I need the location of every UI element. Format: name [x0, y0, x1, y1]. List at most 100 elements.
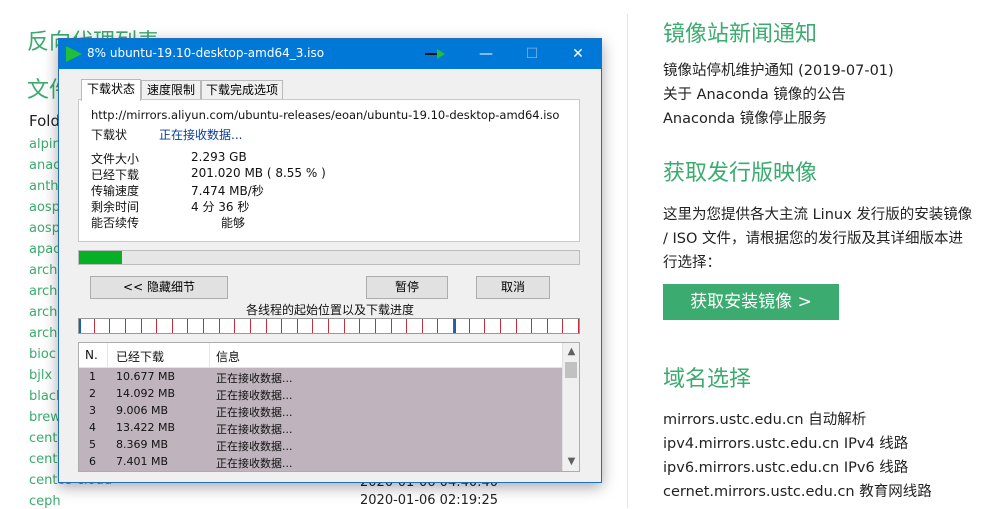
domain-item: mirrors.ustc.edu.cn 自动解析 — [663, 412, 867, 428]
cancel-button[interactable]: 取消 — [476, 276, 550, 299]
row-info: 正在接收数据... — [216, 372, 293, 385]
row-info: 正在接收数据... — [216, 389, 293, 402]
folder-link[interactable]: ceph — [29, 494, 61, 509]
folder-link[interactable]: bjlx — [29, 368, 52, 383]
domain-item: ipv6.mirrors.ustc.edu.cn IPv6 线路 — [663, 460, 909, 476]
folder-link[interactable]: cent — [29, 452, 57, 467]
row-info: 正在接收数据... — [216, 457, 293, 470]
file-size-label: 文件大小 — [91, 152, 140, 166]
tab-completion-options[interactable]: 下载完成选项 — [201, 80, 283, 100]
thread-start-marker — [79, 319, 81, 333]
thread-segment — [251, 319, 267, 333]
get-iso-button[interactable]: 获取安装镜像 > — [663, 284, 839, 320]
close-button[interactable]: ✕ — [555, 39, 601, 69]
column-separator[interactable] — [209, 343, 210, 367]
news-link[interactable]: 关于 Anaconda 镜像的公告 — [663, 83, 846, 104]
row-downloaded: 14.092 MB — [116, 387, 176, 400]
row-number: 5 — [89, 438, 96, 451]
row-number: 3 — [89, 404, 96, 417]
folder-date: 2020-01-06 02:19:25 — [360, 493, 499, 508]
folder-link[interactable]: anth — [29, 179, 59, 194]
thread-rows: 1 10.677 MB 正在接收数据... 2 14.092 MB 正在接收数据… — [79, 368, 562, 471]
news-link[interactable]: 镜像站停机维护通知 (2019-07-01) — [663, 59, 894, 80]
table-row[interactable]: 5 8.369 MB 正在接收数据... — [79, 436, 562, 453]
thread-segment — [392, 319, 408, 333]
maximize-button[interactable]: ☐ — [509, 39, 555, 69]
thread-segment — [204, 319, 220, 333]
news-link[interactable]: Anaconda 镜像停止服务 — [663, 107, 827, 128]
resume-label: 能否续传 — [91, 216, 140, 230]
table-row[interactable]: 4 13.422 MB 正在接收数据... — [79, 419, 562, 436]
download-progress-fill — [79, 251, 122, 264]
thread-segment — [329, 319, 345, 333]
file-size-value: 2.293 GB — [191, 150, 247, 164]
col-number[interactable]: N. — [85, 348, 98, 362]
thread-progress-caption: 各线程的起始位置以及下载进度 — [245, 303, 414, 317]
row-number: 2 — [89, 387, 96, 400]
thread-segment — [470, 319, 486, 333]
folder-link[interactable]: bioc — [29, 347, 56, 362]
thread-segment — [517, 319, 533, 333]
dialog-titlebar[interactable]: 8% ubuntu-19.10-desktop-amd64_3.iso — ☐ … — [59, 39, 601, 69]
downloaded-label: 已经下载 — [91, 168, 140, 182]
thread-segment — [220, 319, 236, 333]
folder-link[interactable]: aosp — [29, 200, 60, 215]
pause-button[interactable]: 暂停 — [366, 276, 448, 299]
thread-list[interactable]: N. 已经下载 信息 1 10.677 MB 正在接收数据... 2 14.09… — [78, 342, 580, 472]
column-divider — [627, 14, 628, 508]
folder-link[interactable]: alpir — [29, 137, 58, 152]
row-number: 1 — [89, 370, 96, 383]
row-number: 6 — [89, 455, 96, 468]
thread-segment — [438, 319, 454, 333]
time-left-label: 剩余时间 — [91, 200, 140, 214]
thread-segment — [548, 319, 564, 333]
thread-segment — [126, 319, 142, 333]
col-downloaded[interactable]: 已经下载 — [116, 348, 164, 365]
row-info: 正在接收数据... — [216, 406, 293, 419]
table-row[interactable]: 3 9.006 MB 正在接收数据... — [79, 402, 562, 419]
folder-link[interactable]: apac — [29, 242, 60, 257]
thread-segment — [485, 319, 501, 333]
folder-link[interactable]: aosp — [29, 221, 60, 236]
thread-segment — [282, 319, 298, 333]
folder-link[interactable]: anac — [29, 158, 60, 173]
folder-link[interactable]: arch — [29, 326, 57, 341]
thread-segment — [563, 319, 579, 333]
folder-link[interactable]: arch — [29, 263, 57, 278]
thread-list-header: N. 已经下载 信息 — [79, 343, 562, 368]
thread-segment — [188, 319, 204, 333]
scroll-thumb[interactable] — [565, 362, 577, 378]
domain-item: ipv4.mirrors.ustc.edu.cn IPv4 线路 — [663, 436, 909, 452]
folder-link[interactable]: cent — [29, 431, 57, 446]
speed-value: 7.474 MB/秒 — [191, 184, 264, 198]
row-info: 正在接收数据... — [216, 423, 293, 436]
folder-link[interactable]: arch — [29, 284, 57, 299]
row-downloaded: 10.677 MB — [116, 370, 176, 383]
table-row[interactable]: 1 10.677 MB 正在接收数据... — [79, 368, 562, 385]
folder-column-header: Fold — [29, 112, 60, 130]
thread-segment — [79, 319, 95, 333]
list-scrollbar[interactable]: ▲ ▼ — [562, 343, 579, 471]
thread-segment — [142, 319, 158, 333]
thread-segment — [360, 319, 376, 333]
app-arrow-icon — [66, 46, 82, 62]
scroll-up-icon[interactable]: ▲ — [563, 343, 579, 360]
col-info[interactable]: 信息 — [216, 348, 240, 365]
thread-segment — [423, 319, 439, 333]
thread-progress-bar — [78, 318, 580, 334]
folder-link[interactable]: brew — [29, 410, 61, 425]
tab-speed-limit[interactable]: 速度限制 — [141, 80, 201, 100]
table-row[interactable]: 6 7.401 MB 正在接收数据... — [79, 453, 562, 470]
folder-link[interactable]: arch — [29, 305, 57, 320]
table-row[interactable]: 2 14.092 MB 正在接收数据... — [79, 385, 562, 402]
folder-link[interactable]: blacl — [29, 389, 60, 404]
minimize-button[interactable]: — — [463, 39, 509, 69]
row-downloaded: 8.369 MB — [116, 438, 169, 451]
speed-label: 传输速度 — [91, 184, 140, 198]
hide-details-button[interactable]: << 隐藏细节 — [90, 276, 228, 299]
thread-segment — [235, 319, 251, 333]
scroll-down-icon[interactable]: ▼ — [563, 453, 579, 470]
column-separator[interactable] — [107, 343, 108, 367]
tab-download-status[interactable]: 下载状态 — [81, 79, 141, 101]
download-dialog: 8% ubuntu-19.10-desktop-amd64_3.iso — ☐ … — [58, 38, 602, 483]
